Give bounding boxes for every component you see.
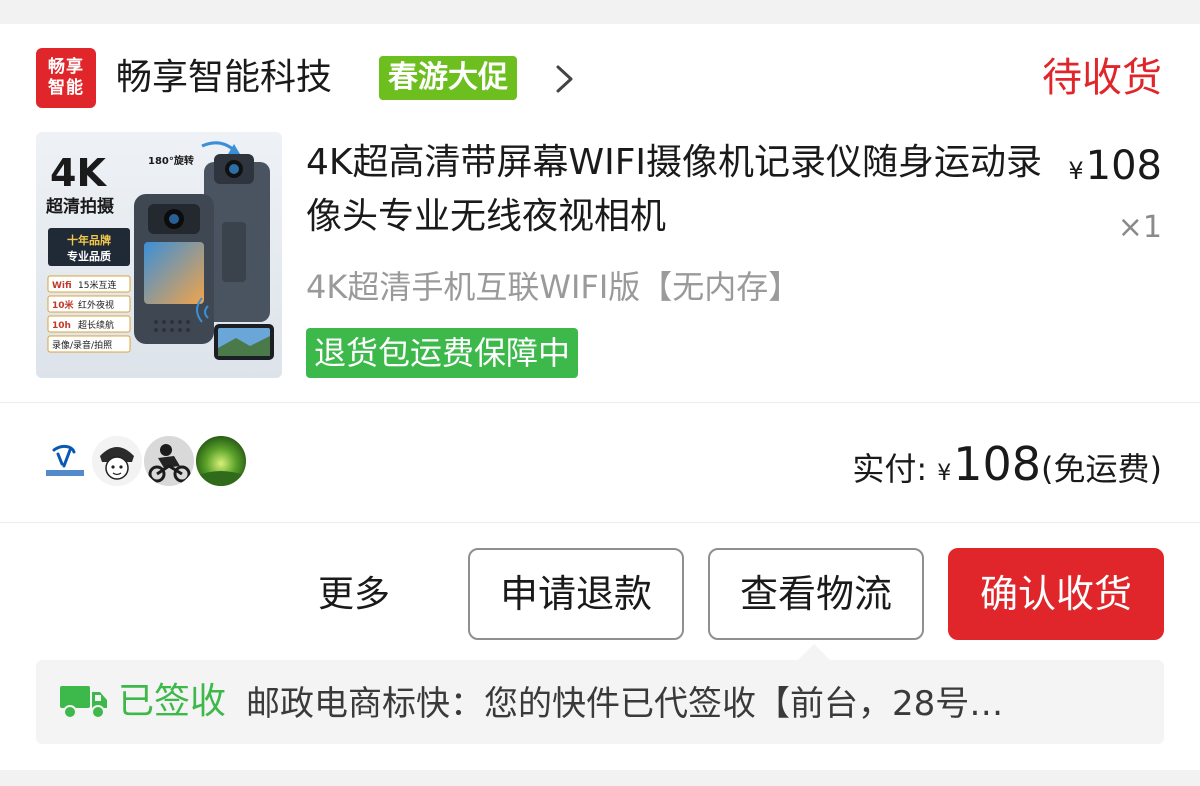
shop-logo[interactable]: 畅享 智能 — [36, 48, 96, 108]
image-feature-2-key: 10米 — [52, 299, 75, 311]
confirm-receipt-button[interactable]: 确认收货 — [948, 548, 1164, 640]
order-card: 畅享 智能 畅享智能科技 春游大促 待收货 4K 超清拍摄 十年品牌 专业品质 … — [0, 24, 1200, 770]
product-variant: 4K超清手机互联WIFI版【无内存】 — [306, 268, 801, 306]
more-button[interactable]: 更多 — [318, 570, 390, 620]
shop-logo-text-1: 畅享 — [48, 57, 84, 77]
chevron-right-icon[interactable] — [552, 64, 578, 94]
item-quantity: ×1 — [1117, 210, 1162, 245]
image-subtitle-text: 超清拍摄 — [46, 196, 115, 217]
shipping-note: (免运费) — [1041, 450, 1162, 488]
image-brand-line-2: 专业品质 — [67, 249, 111, 263]
image-feature-1-text: 15米互连 — [78, 279, 116, 291]
item-price: ¥108 — [1068, 142, 1162, 195]
avatar — [142, 434, 196, 488]
logistics-panel[interactable]: 已签收 邮政电商标快：您的快件已代签收【前台，28号… — [36, 660, 1164, 744]
divider — [0, 402, 1200, 403]
logistics-detail: 邮政电商标快：您的快件已代签收【前台，28号… — [246, 684, 1004, 724]
product-image[interactable]: 4K 超清拍摄 十年品牌 专业品质 Wifi 15米互连 10米 红外夜视 10… — [36, 132, 282, 378]
logistics-status: 已签收 — [118, 681, 227, 722]
return-shipping-guarantee-tag[interactable]: 退货包运费保障中 — [306, 328, 579, 378]
price-value: 108 — [1085, 143, 1162, 189]
product-title[interactable]: 4K超高清带屏幕WIFI摄像机记录仪随身运动录像头专业无线夜视相机 — [306, 136, 1046, 244]
avatar-stack[interactable] — [38, 434, 258, 488]
logistics-pointer — [798, 644, 830, 660]
image-brand-line-1: 十年品牌 — [67, 233, 111, 247]
avatar — [194, 434, 248, 488]
total-currency: ¥ — [937, 461, 952, 486]
product-image-art: 4K 超清拍摄 十年品牌 专业品质 Wifi 15米互连 10米 红外夜视 10… — [36, 132, 282, 378]
image-feature-1-key: Wifi — [52, 281, 72, 291]
image-feature-2-text: 红外夜视 — [78, 299, 114, 311]
request-refund-button[interactable]: 申请退款 — [468, 548, 684, 640]
truck-icon — [60, 686, 107, 719]
payment-summary: 实付: ¥108(免运费) — [852, 432, 1162, 506]
promo-badge[interactable]: 春游大促 — [379, 56, 517, 100]
image-feature-4-text: 录像/录音/拍照 — [52, 339, 112, 351]
image-feature-3-key: 10h — [52, 321, 71, 331]
order-status: 待收货 — [1042, 55, 1162, 101]
view-logistics-button[interactable]: 查看物流 — [708, 548, 924, 640]
image-rotate-label: 180°旋转 — [148, 154, 194, 167]
shop-name[interactable]: 畅享智能科技 — [116, 52, 332, 104]
avatar — [38, 434, 92, 488]
shop-logo-text-2: 智能 — [48, 78, 84, 98]
paid-label: 实付: — [852, 450, 928, 488]
total-amount: 108 — [953, 437, 1042, 491]
image-feature-3-text: 超长续航 — [78, 319, 114, 331]
divider — [0, 522, 1200, 523]
price-currency: ¥ — [1068, 157, 1084, 185]
avatar — [90, 434, 144, 488]
image-4k-text: 4K — [50, 151, 107, 195]
